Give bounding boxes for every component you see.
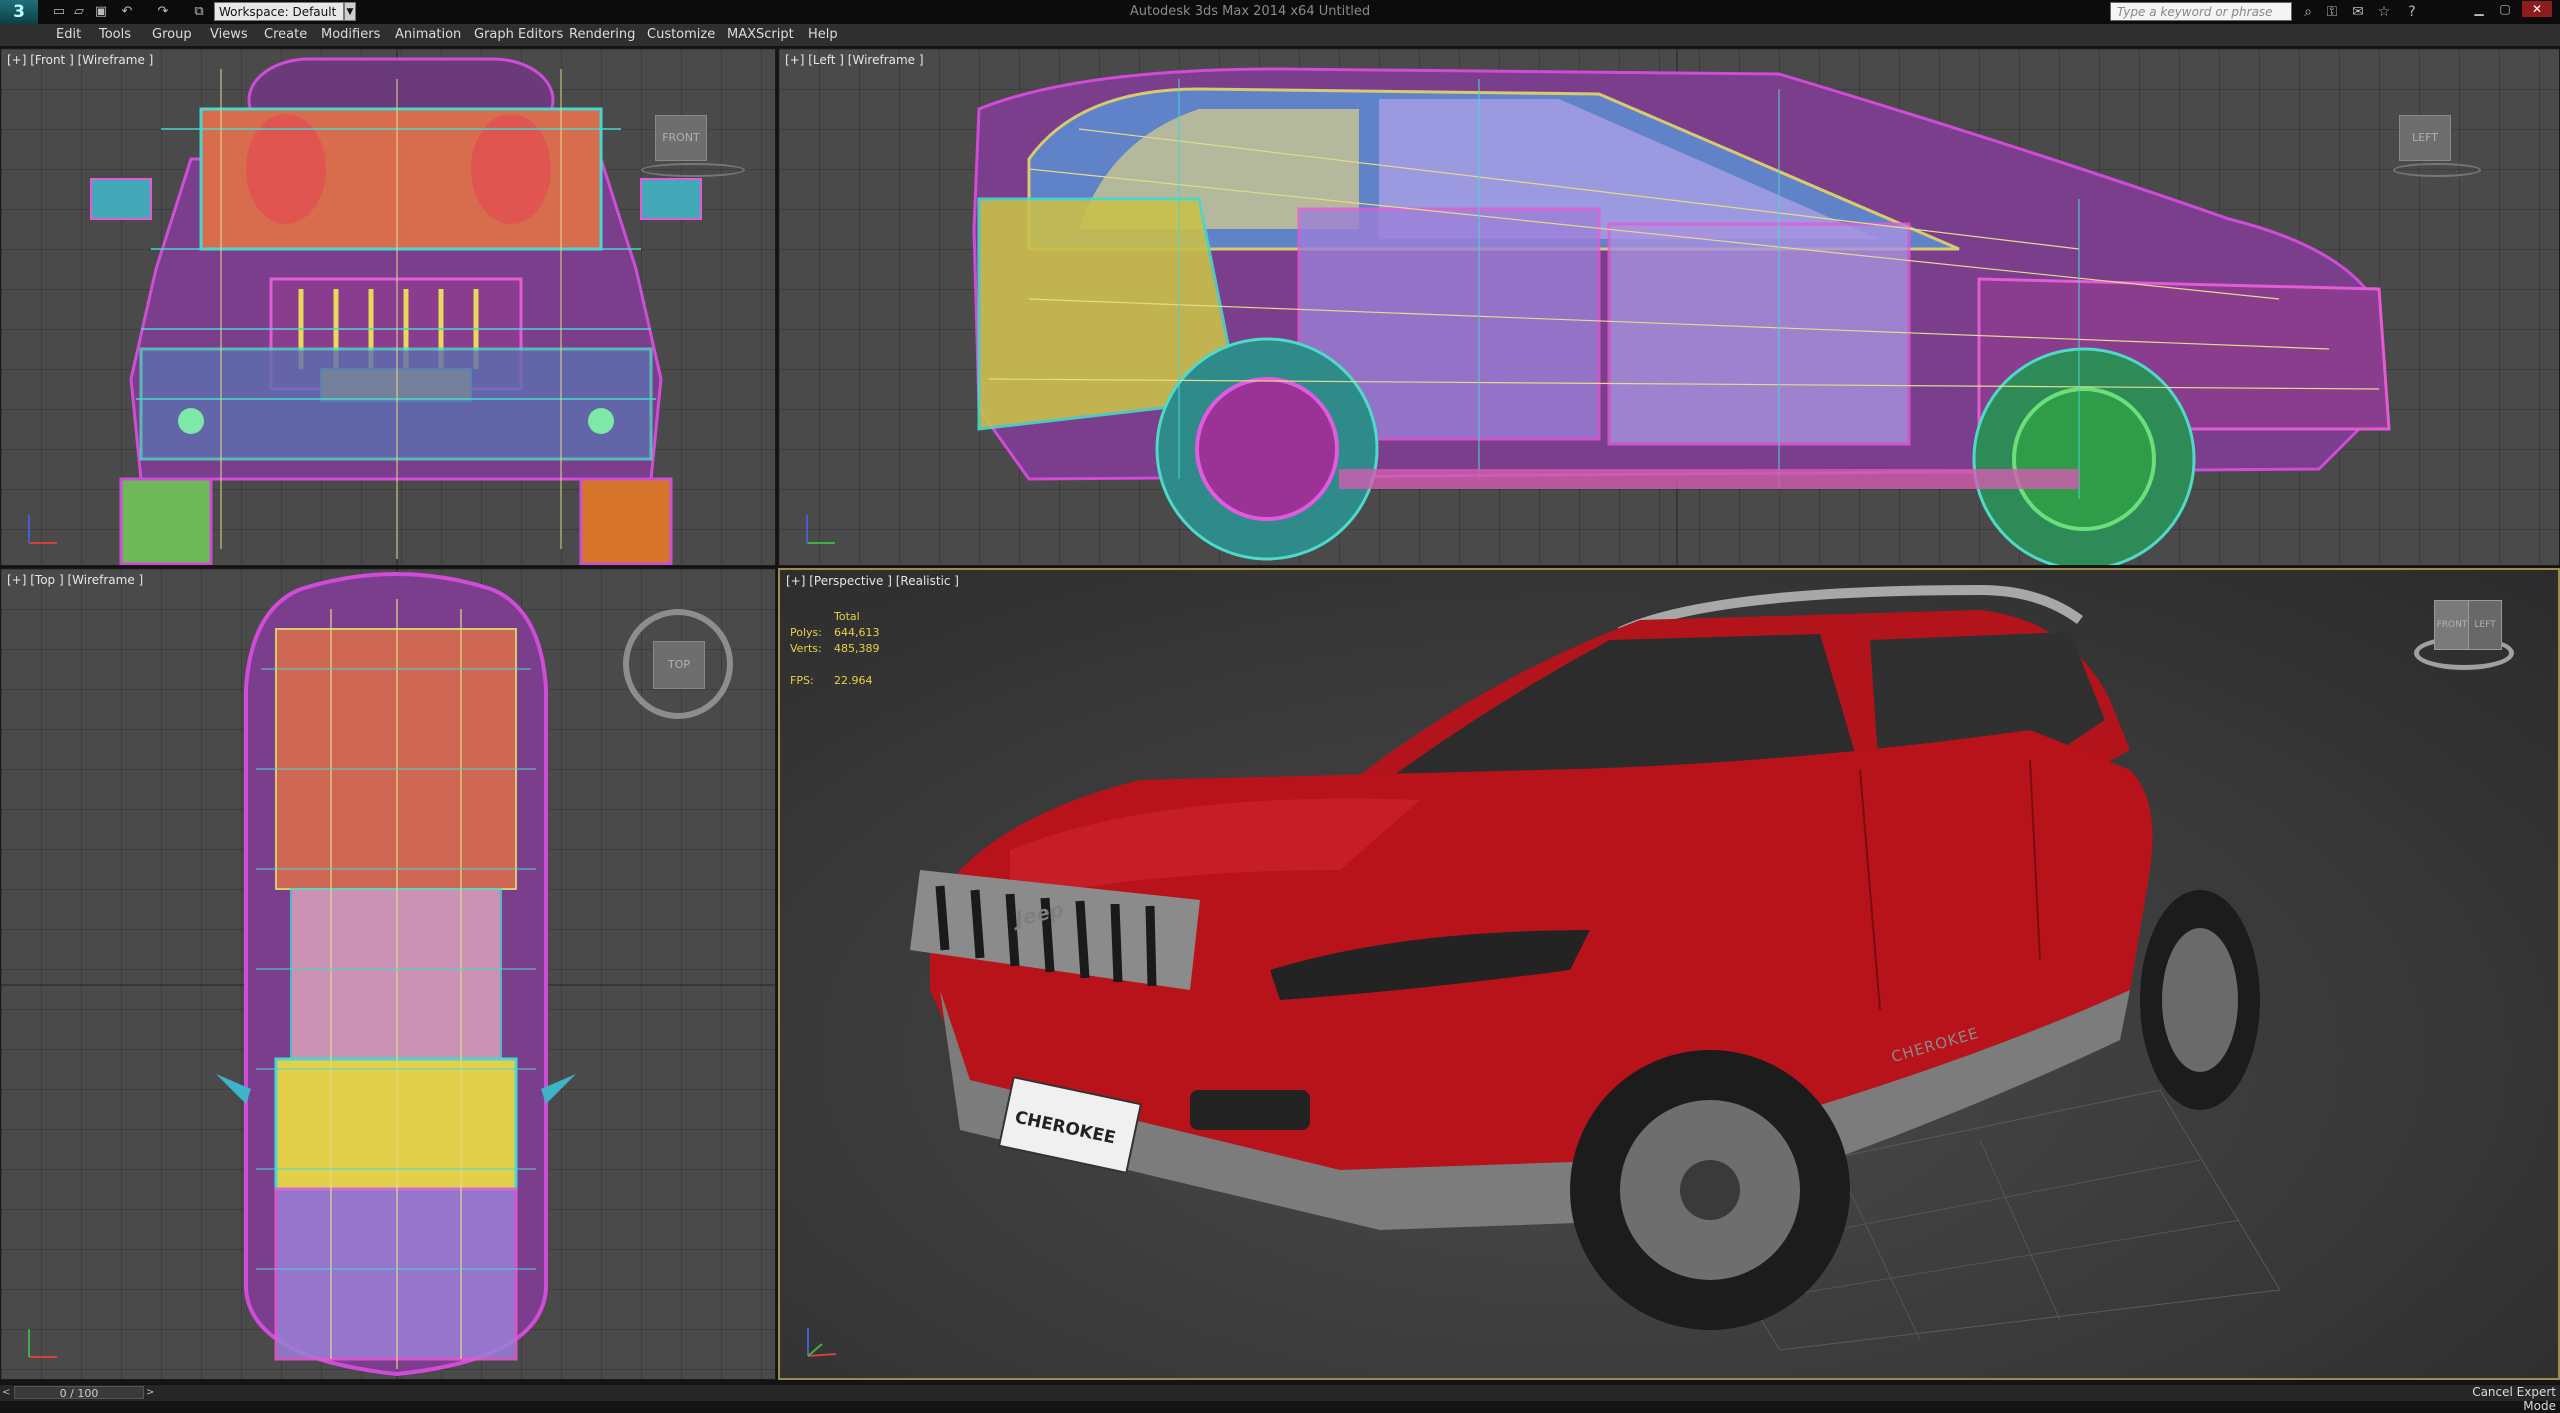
maximize-icon[interactable]: ▢: [2494, 1, 2516, 17]
search-input[interactable]: Type a keyword or phrase: [2110, 2, 2292, 21]
viewcube-top[interactable]: TOP: [653, 641, 705, 689]
viewport-perspective[interactable]: [+] [Perspective ] [Realistic ] Total Po…: [778, 568, 2560, 1380]
left-wireframe-model: [972, 49, 2391, 565]
viewcube-front[interactable]: FRONT: [655, 115, 707, 161]
menu-item-group[interactable]: Group: [152, 24, 192, 46]
status-bar: [0, 1384, 2560, 1401]
menu-item-rendering[interactable]: Rendering: [569, 24, 635, 46]
favorites-icon[interactable]: ☆: [2374, 3, 2394, 21]
car-render: [910, 584, 2281, 1351]
new-file-icon[interactable]: ▭: [50, 3, 68, 20]
menu-bar: [0, 24, 2560, 47]
project-folder-icon[interactable]: ⧉: [190, 3, 208, 20]
menu-item-customize[interactable]: Customize: [647, 24, 715, 46]
axis-tripod-icon: [807, 1328, 837, 1357]
cancel-expert-mode-button[interactable]: Cancel Expert Mode: [2440, 1385, 2556, 1413]
application-menu-button[interactable]: 3: [0, 0, 38, 24]
viewport-left[interactable]: [+] [Left ] [Wireframe ] LEFT: [778, 48, 2560, 566]
menu-item-create[interactable]: Create: [264, 24, 307, 46]
viewcube-ring[interactable]: [2393, 163, 2481, 177]
menu-item-maxscript[interactable]: MAXScript: [727, 24, 794, 46]
viewcube-face-front[interactable]: FRONT: [2434, 600, 2470, 650]
viewport-top[interactable]: [+] [Top ] [Wireframe ] TOP: [0, 568, 776, 1380]
key-icon[interactable]: ⚿: [2322, 3, 2342, 21]
open-icon[interactable]: ▱: [70, 3, 88, 20]
chevron-down-icon[interactable]: ▼: [344, 2, 356, 21]
close-icon[interactable]: ✕: [2522, 1, 2552, 17]
viewcube-left[interactable]: LEFT: [2399, 115, 2451, 161]
menu-item-graph-editors[interactable]: Graph Editors: [474, 24, 563, 46]
prev-frame-button[interactable]: <: [2, 1386, 12, 1399]
next-frame-button[interactable]: >: [146, 1386, 156, 1399]
communication-icon[interactable]: ✉: [2348, 3, 2368, 21]
viewcube-ring[interactable]: [641, 163, 745, 177]
redo-icon[interactable]: ↷: [154, 3, 172, 20]
binoculars-icon[interactable]: ⌕: [2298, 3, 2318, 21]
axis-tripod-icon: [806, 515, 835, 544]
menu-item-modifiers[interactable]: Modifiers: [321, 24, 380, 46]
save-icon[interactable]: ▣: [92, 3, 110, 20]
axis-tripod-icon: [28, 1329, 57, 1358]
undo-icon[interactable]: ↶: [118, 3, 136, 20]
axis-tripod-icon: [28, 515, 57, 544]
viewport-front[interactable]: [+] [Front ] [Wireframe ] FRONT: [0, 48, 776, 566]
menu-item-tools[interactable]: Tools: [99, 24, 131, 46]
help-icon[interactable]: ?: [2402, 3, 2422, 21]
menu-item-help[interactable]: Help: [808, 24, 838, 46]
menu-item-views[interactable]: Views: [210, 24, 248, 46]
menu-item-edit[interactable]: Edit: [56, 24, 81, 46]
time-slider[interactable]: 0 / 100: [14, 1386, 144, 1400]
menu-item-animation[interactable]: Animation: [395, 24, 461, 46]
window-title: Autodesk 3ds Max 2014 x64 Untitled: [1129, 4, 1371, 19]
viewcube-face-left[interactable]: LEFT: [2468, 600, 2502, 650]
workspace-dropdown[interactable]: Workspace: Default: [214, 2, 344, 21]
minimize-icon[interactable]: ▁: [2468, 1, 2490, 17]
